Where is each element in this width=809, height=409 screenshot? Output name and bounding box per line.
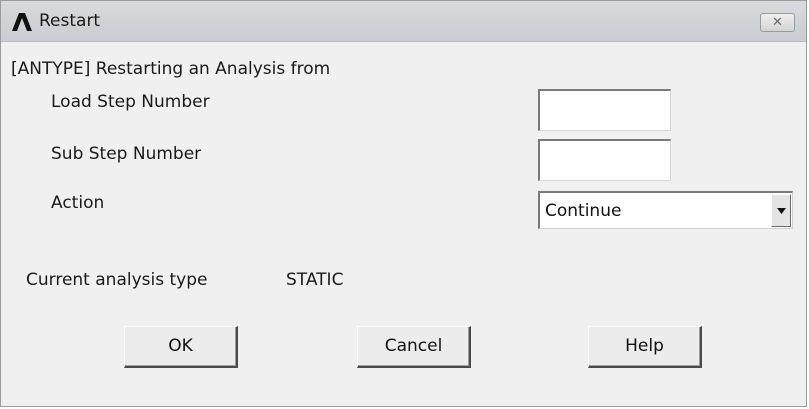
load-step-field[interactable]: [538, 89, 671, 131]
dialog-body: [ANTYPE] Restarting an Analysis from Loa…: [1, 42, 806, 406]
action-dropdown-button[interactable]: [771, 194, 791, 227]
load-step-input[interactable]: [540, 91, 670, 130]
analysis-type-value: STATIC: [286, 270, 344, 290]
close-icon: ✕: [772, 15, 783, 30]
sub-step-input[interactable]: [540, 141, 670, 180]
close-button[interactable]: ✕: [760, 13, 795, 32]
sub-step-field[interactable]: [538, 139, 671, 181]
cancel-button[interactable]: Cancel: [357, 326, 471, 368]
sub-step-label: Sub Step Number: [51, 144, 202, 164]
chevron-down-icon: [777, 208, 786, 214]
title-bar[interactable]: Restart ✕: [1, 1, 806, 42]
window-title: Restart: [39, 11, 101, 31]
restart-dialog: Restart ✕ [ANTYPE] Restarting an Analysi…: [0, 0, 807, 407]
load-step-label: Load Step Number: [51, 92, 210, 112]
analysis-type-label: Current analysis type: [26, 270, 208, 290]
action-select[interactable]: Continue: [538, 191, 793, 229]
section-heading: [ANTYPE] Restarting an Analysis from: [11, 59, 331, 79]
help-button[interactable]: Help: [588, 326, 702, 368]
action-label: Action: [51, 193, 105, 213]
action-selected-value: Continue: [545, 201, 622, 221]
ansys-logo-icon: [12, 13, 32, 31]
ok-button[interactable]: OK: [124, 326, 238, 368]
